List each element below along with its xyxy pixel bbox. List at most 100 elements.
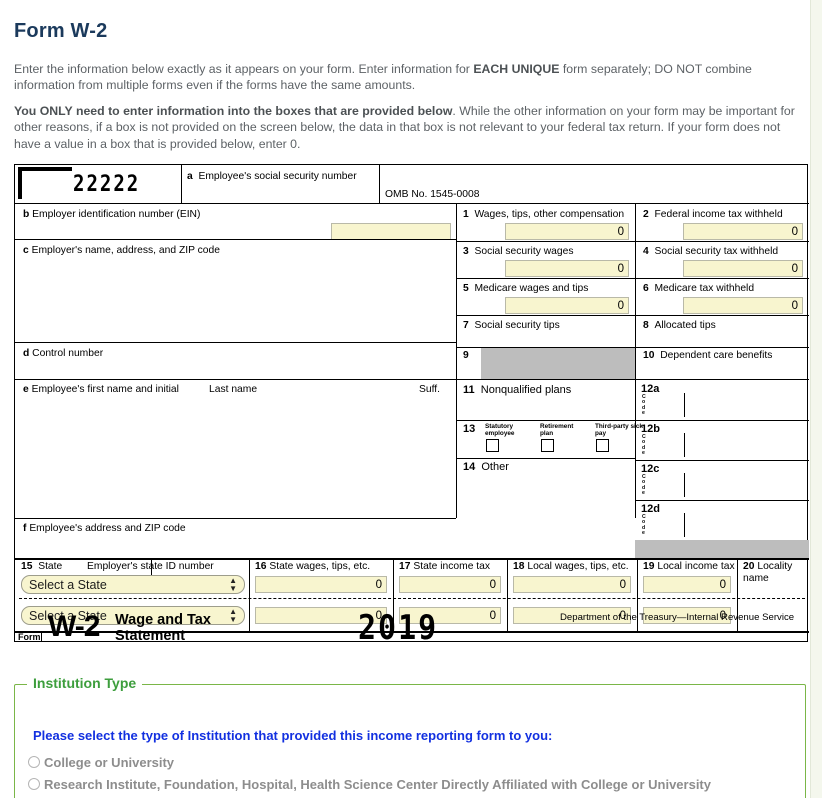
box-13-thirdparty-label: Third-party sick pay	[595, 423, 643, 438]
rule-h-row1	[456, 241, 809, 242]
rule-h-state-top	[15, 558, 809, 560]
box-10-header: 10 Dependent care benefits	[643, 350, 772, 362]
box-3-label: Social security wages	[474, 246, 574, 257]
rule-h-13-top	[456, 420, 635, 421]
box-f-letter: f	[23, 523, 27, 534]
box-2-number: 2	[643, 209, 649, 220]
box-11-label: Nonqualified plans	[480, 384, 572, 396]
box-13-thirdparty-checkbox[interactable]	[596, 439, 609, 452]
box-6-label: Medicare tax withheld	[654, 283, 755, 294]
intro-p2-emphasis: You ONLY need to enter information into …	[14, 104, 453, 118]
box-c-label: Employer's name, address, and ZIP code	[31, 245, 220, 256]
box-16-input-row1[interactable]	[255, 576, 387, 593]
rule-h-top-right	[456, 203, 809, 204]
rule-h-c-bottom	[15, 342, 456, 343]
rule-h-d-bottom	[15, 379, 456, 380]
box-2-header: 2 Federal income tax withheld	[643, 209, 783, 221]
box-6-input[interactable]	[683, 297, 803, 314]
state-row-separator	[19, 598, 805, 599]
institution-option-1[interactable]: College or University	[28, 755, 174, 770]
rule-h-row3	[456, 278, 809, 279]
radio-button-icon[interactable]	[28, 756, 40, 768]
rule-v-state-3	[507, 558, 508, 631]
box-15-label: State	[38, 561, 63, 572]
box-1-label: Wages, tips, other compensation	[474, 209, 625, 220]
intro-p1-emphasis: EACH UNIQUE	[473, 62, 560, 76]
rule-h-13-bottom	[456, 458, 635, 459]
box-19-input-row1[interactable]	[643, 576, 731, 593]
box-13-statutory-label: Statutory employee	[485, 423, 515, 438]
rule-v-numbered	[635, 203, 636, 518]
box-11-number: 11	[463, 384, 475, 396]
institution-option-2-label: Research Institute, Foundation, Hospital…	[44, 777, 711, 792]
rule-v-a	[181, 165, 182, 203]
box-16-label: State wages, tips, etc.	[269, 561, 371, 572]
box-3-input[interactable]	[505, 260, 629, 277]
box-6-number: 6	[643, 283, 649, 294]
box-5-number: 5	[463, 283, 469, 294]
radio-button-icon[interactable]	[28, 778, 40, 790]
box-12c-divider	[684, 473, 685, 497]
box-13-statutory-checkbox[interactable]	[486, 439, 499, 452]
institution-type-question: Please select the type of Institution th…	[33, 728, 553, 743]
box-11-header: 11 Nonqualified plans	[463, 384, 571, 396]
state-select-row1[interactable]: Select a State ▲ ▼	[21, 575, 245, 594]
box-12-bottom-gray	[635, 540, 809, 558]
form-corner-mark	[18, 167, 72, 199]
page-right-edge-strip	[810, 0, 822, 798]
code-letter-e: e	[642, 450, 645, 457]
void-code: 22222	[73, 171, 141, 197]
box-3-number: 3	[463, 246, 469, 257]
box-14-label: Other	[481, 461, 509, 473]
box-4-label: Social security tax withheld	[654, 246, 779, 257]
box-17-header: 17 State income tax	[399, 561, 490, 573]
box-17-input-row1[interactable]	[399, 576, 501, 593]
box-18-input-row1[interactable]	[513, 576, 631, 593]
box-18-number: 18	[513, 561, 525, 572]
institution-option-2[interactable]: Research Institute, Foundation, Hospital…	[28, 777, 711, 792]
box-19-number: 19	[643, 561, 655, 572]
rule-h-b-bottom	[15, 239, 456, 240]
box-2-input[interactable]	[683, 223, 803, 240]
box-e-lastname-label: Last name	[209, 384, 258, 395]
box-2-label: Federal income tax withheld	[654, 209, 783, 220]
box-12b-divider	[684, 433, 685, 457]
box-13-retirement-checkbox[interactable]	[541, 439, 554, 452]
box-20-header: 20 Locality name	[743, 561, 807, 585]
box-17-number: 17	[399, 561, 411, 572]
box-a-header: a Employee's social security number	[187, 171, 367, 183]
chevron-updown-icon: ▲ ▼	[229, 576, 237, 593]
footer-wage-line1: Wage and Tax	[115, 612, 211, 628]
box-5-header: 5 Medicare wages and tips	[463, 283, 588, 295]
box-15-number: 15	[21, 561, 33, 572]
box-8-label: Allocated tips	[654, 320, 716, 331]
box-12a-code-label: C o d e	[642, 394, 646, 417]
box-f-label: Employee's address and ZIP code	[29, 523, 186, 534]
box-16-number: 16	[255, 561, 267, 572]
box-1-input[interactable]	[505, 223, 629, 240]
box-18-header: 18 Local wages, tips, etc.	[513, 561, 629, 573]
rule-h-top	[15, 203, 456, 204]
box-4-number: 4	[643, 246, 649, 257]
intro-paragraph-2: You ONLY need to enter information into …	[14, 103, 800, 152]
box-5-label: Medicare wages and tips	[474, 283, 589, 294]
box-d-label: Control number	[32, 348, 104, 359]
box-16-header: 16 State wages, tips, etc.	[255, 561, 370, 573]
code-letter-e: e	[642, 530, 645, 537]
box-a-label: Employee's social security number	[198, 171, 357, 182]
box-b-ein-input[interactable]	[331, 223, 451, 240]
rule-h-12c	[635, 500, 809, 501]
box-7-header: 7 Social security tips	[463, 320, 560, 332]
w2-form: 22222 a Employee's social security numbe…	[14, 164, 809, 642]
box-6-header: 6 Medicare tax withheld	[643, 283, 754, 295]
code-letter-e: e	[642, 490, 645, 497]
box-f-header: f Employee's address and ZIP code	[23, 523, 186, 535]
institution-type-fieldset: Institution Type Please select the type …	[14, 675, 806, 798]
box-4-input[interactable]	[683, 260, 803, 277]
box-5-input[interactable]	[505, 297, 629, 314]
box-c-header: c Employer's name, address, and ZIP code	[23, 245, 220, 257]
box-9-disabled-area	[481, 348, 635, 379]
box-12b-code-label: C o d e	[642, 434, 646, 457]
box-a-letter: a	[187, 171, 193, 182]
box-9-header: 9	[463, 350, 469, 362]
